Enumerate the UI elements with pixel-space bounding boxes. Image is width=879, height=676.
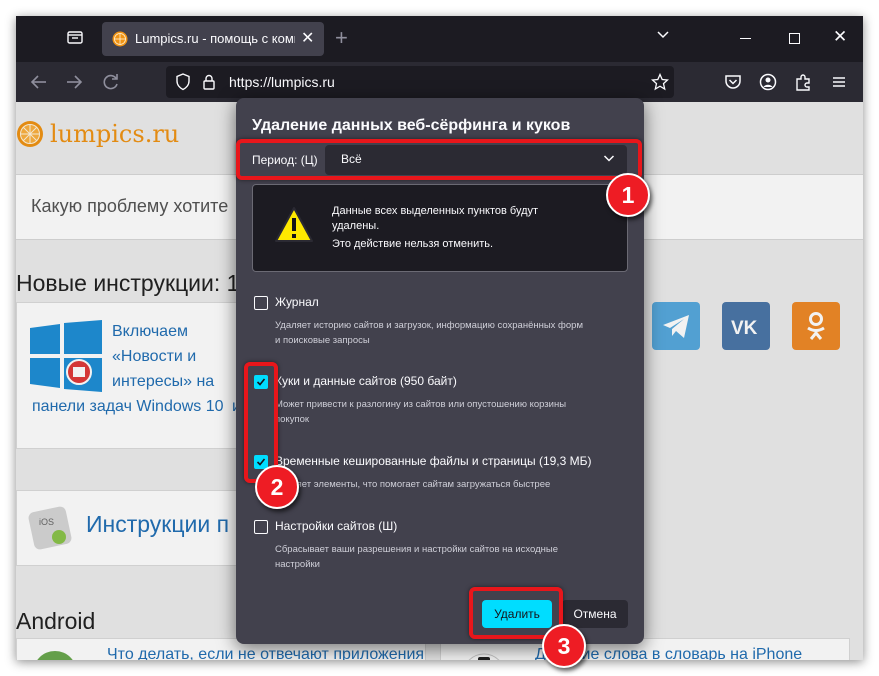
option-description: Удаляет элементы, что помогает сайтам за… — [275, 479, 551, 490]
menu-icon[interactable] — [828, 71, 850, 93]
warning-text: Данные всех выделенных пунктов будут — [332, 205, 539, 217]
annotation-badge-1: 1 — [606, 173, 650, 217]
window-close-button[interactable]: ✕ — [833, 28, 847, 46]
cancel-button[interactable]: Отмена — [562, 600, 628, 628]
option-label: Куки и данные сайтов (950 байт) — [275, 374, 457, 388]
minimize-button[interactable] — [740, 38, 751, 39]
annotation-badge-2: 2 — [255, 465, 299, 509]
back-arrow-icon[interactable] — [28, 71, 50, 93]
browser-window: Lumpics.ru - помощь с компь ✕ + ✕ https:… — [16, 16, 863, 660]
annotation-badge-3: 3 — [542, 624, 586, 668]
annotation-highlight-period — [236, 139, 642, 180]
option-label: Журнал — [275, 295, 319, 309]
tab-bar: Lumpics.ru - помощь с компь ✕ + ✕ — [16, 16, 863, 62]
lock-icon[interactable] — [202, 73, 216, 91]
reload-icon[interactable] — [100, 71, 122, 93]
option-description: Сбрасывает ваши разрешения и настройки с… — [275, 544, 558, 570]
address-bar[interactable]: https://lumpics.ru — [166, 66, 674, 98]
option-description: Удаляет историю сайтов и загрузок, инфор… — [275, 320, 583, 346]
extensions-icon[interactable] — [792, 71, 814, 93]
warning-box: Данные всех выделенных пунктов будут уда… — [252, 184, 628, 272]
warning-icon — [275, 207, 313, 242]
site-settings-checkbox[interactable] — [254, 520, 268, 534]
maximize-button[interactable] — [789, 33, 800, 44]
pocket-icon[interactable] — [722, 71, 744, 93]
account-icon[interactable] — [757, 71, 779, 93]
tab-list-icon[interactable] — [66, 28, 84, 46]
dialog-title: Удаление данных веб-сёрфинга и куков — [252, 117, 571, 134]
warning-text: Это действие нельзя отменить. — [332, 238, 494, 250]
lumpics-favicon-icon — [112, 31, 128, 47]
navigation-bar: https://lumpics.ru — [16, 62, 863, 102]
option-label: Временные кешированные файлы и страницы … — [275, 454, 592, 468]
star-icon[interactable] — [651, 73, 669, 91]
option-description: Может привести к разлогину из сайтов или… — [275, 399, 567, 425]
forward-arrow-icon[interactable] — [63, 71, 85, 93]
plus-icon[interactable]: + — [335, 26, 348, 50]
tab-title: Lumpics.ru - помощь с компь — [135, 31, 295, 46]
option-label: Настройки сайтов (Ш) — [275, 519, 398, 533]
tab-lumpics[interactable]: Lumpics.ru - помощь с компь ✕ — [102, 22, 324, 56]
url-text: https://lumpics.ru — [229, 74, 335, 90]
history-checkbox[interactable] — [254, 296, 268, 310]
warning-text: удалены. — [332, 220, 380, 232]
close-icon[interactable]: ✕ — [301, 30, 314, 48]
chevron-down-icon[interactable] — [656, 30, 670, 40]
shield-icon[interactable] — [175, 73, 191, 91]
